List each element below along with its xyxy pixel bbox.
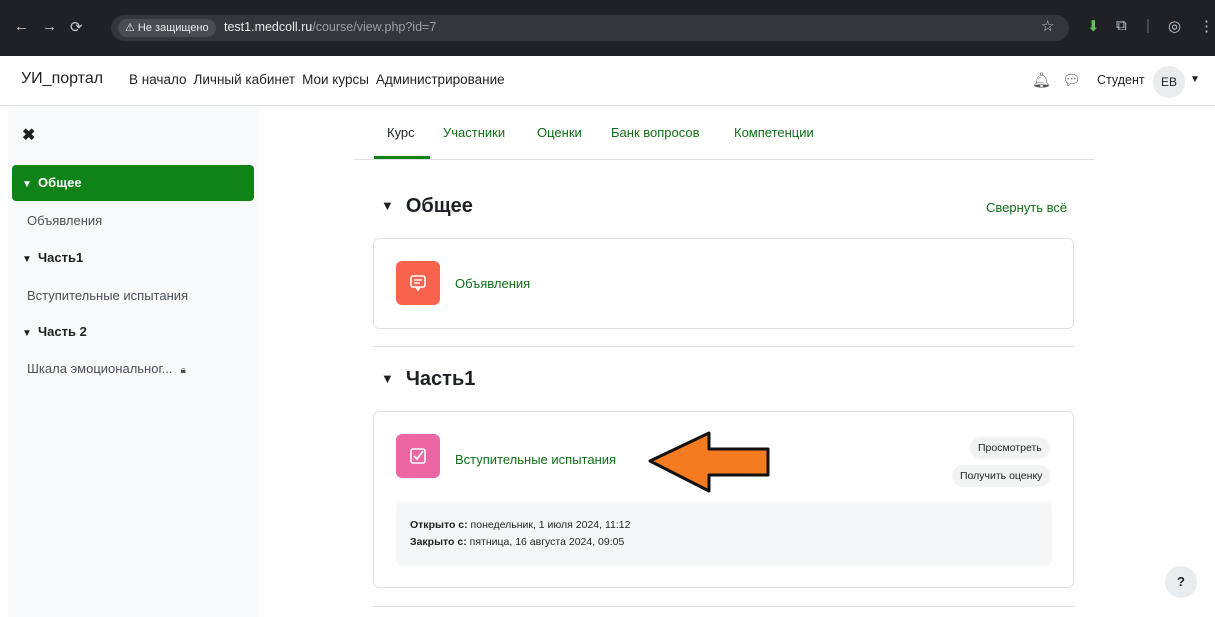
tab-competencies[interactable]: Компетенции — [734, 125, 814, 140]
avatar[interactable]: ЕВ — [1153, 66, 1185, 98]
drawer-item-emotion-scale[interactable]: Шкала эмоциональног... 🔒︎ — [12, 361, 254, 376]
menu-kebab-icon[interactable]: ⋮ — [1199, 17, 1214, 35]
primary-menu: В начало Личный кабинет Мои курсы Админи… — [129, 72, 505, 87]
tab-course[interactable]: Курс — [387, 125, 415, 140]
tab-question-bank[interactable]: Банк вопросов — [611, 125, 700, 140]
activity-link-announcements[interactable]: Объявления — [455, 276, 530, 291]
section-title-part1[interactable]: ▼ Часть1 — [381, 368, 475, 391]
section-title-general[interactable]: ▼ Общее — [381, 195, 473, 218]
activity-dates: Открыто с: понедельник, 1 июля 2024, 11:… — [396, 502, 1052, 566]
chevron-down-icon[interactable]: ▼ — [381, 198, 394, 213]
menu-administration[interactable]: Администрирование — [376, 72, 505, 87]
opened-date: Открыто с: понедельник, 1 июля 2024, 11:… — [410, 519, 631, 531]
closed-date: Закрыто с: пятница, 16 августа 2024, 09:… — [410, 536, 625, 548]
site-navbar: УИ_портал В начало Личный кабинет Мои ку… — [0, 56, 1215, 106]
chevron-down-icon[interactable]: ▼ — [22, 167, 38, 203]
section-divider — [373, 606, 1074, 607]
extension-download-icon[interactable]: ⬇ — [1087, 17, 1100, 35]
chevron-down-icon[interactable]: ▼ — [22, 328, 38, 339]
chevron-down-icon[interactable]: ▼ — [381, 371, 394, 386]
drawer-section-general[interactable]: ▼ Общее — [12, 165, 254, 201]
user-name[interactable]: Студент — [1097, 73, 1145, 87]
close-icon[interactable]: ✖ — [22, 125, 35, 145]
drawer-item-entrance-tests[interactable]: Вступительные испытания — [12, 288, 254, 303]
browser-chrome: ← → ⟳ ⚠ Не защищено test1.medcoll.ru/cou… — [0, 0, 1215, 56]
url-text[interactable]: test1.medcoll.ru/course/view.php?id=7 — [224, 20, 436, 34]
course-index-drawer: ✖ ▼ Общее Объявления ▼ Часть1 Вступительны… — [8, 107, 259, 617]
completion-grade-badge: Получить оценку — [952, 465, 1051, 487]
tab-participants[interactable]: Участники — [443, 125, 505, 140]
forum-icon[interactable] — [396, 261, 440, 305]
chevron-down-icon[interactable]: ▼ — [22, 254, 38, 265]
drawer-item-announcements[interactable]: Объявления — [12, 213, 254, 228]
back-icon[interactable]: ← — [14, 18, 29, 35]
message-icon[interactable]: 💬︎ — [1062, 71, 1081, 89]
course-tabs: Курс Участники Оценки Банк вопросов Комп… — [354, 107, 1095, 160]
reload-icon[interactable]: ⟳ — [70, 18, 83, 36]
tab-grades[interactable]: Оценки — [537, 125, 582, 140]
separator-icon: | — [1146, 17, 1150, 34]
drawer-section-part1[interactable]: ▼ Часть1 — [12, 250, 254, 265]
collapse-all-link[interactable]: Свернуть всё — [986, 200, 1067, 215]
chevron-down-icon[interactable]: ▼ — [1190, 74, 1200, 85]
active-tab-indicator — [374, 156, 430, 159]
forward-icon[interactable]: → — [42, 18, 57, 35]
lock-icon: 🔒︎ — [180, 365, 186, 376]
drawer-section-part2[interactable]: ▼ Часть 2 — [12, 324, 254, 339]
insecure-badge[interactable]: ⚠ Не защищено — [118, 19, 216, 37]
quiz-icon[interactable] — [396, 434, 440, 478]
annotation-arrow-icon — [648, 431, 770, 493]
profile-icon[interactable]: ◎ — [1168, 17, 1181, 35]
help-button[interactable]: ? — [1165, 566, 1197, 598]
section-divider — [373, 346, 1074, 347]
menu-dashboard[interactable]: Личный кабинет — [194, 72, 296, 87]
menu-my-courses[interactable]: Мои курсы — [302, 72, 369, 87]
site-brand[interactable]: УИ_портал — [21, 70, 103, 88]
menu-home[interactable]: В начало — [129, 72, 187, 87]
completion-view-badge: Просмотреть — [970, 437, 1050, 459]
extensions-icon[interactable]: ⧉ — [1116, 17, 1127, 34]
star-icon[interactable]: ☆ — [1041, 17, 1054, 35]
activity-link-entrance-tests[interactable]: Вступительные испытания — [455, 452, 616, 467]
bell-icon[interactable]: 🔔︎ — [1032, 71, 1051, 89]
